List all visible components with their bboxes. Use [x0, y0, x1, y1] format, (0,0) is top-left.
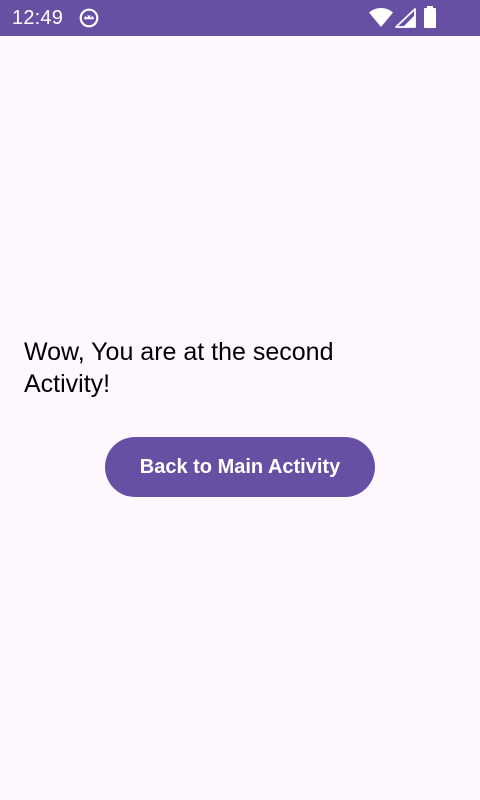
android-notification-icon: [79, 8, 99, 28]
cell-signal-icon: [395, 8, 416, 28]
status-bar: 12:49: [0, 0, 480, 36]
wifi-icon: [369, 8, 393, 27]
back-to-main-activity-button[interactable]: Back to Main Activity: [105, 437, 375, 497]
second-activity-message: Wow, You are at the second Activity!: [24, 338, 334, 398]
status-icons: [360, 0, 480, 36]
battery-icon: [424, 6, 436, 28]
status-time: 12:49: [12, 7, 64, 29]
activity-content: Wow, You are at the second Activity! Bac…: [0, 36, 480, 800]
